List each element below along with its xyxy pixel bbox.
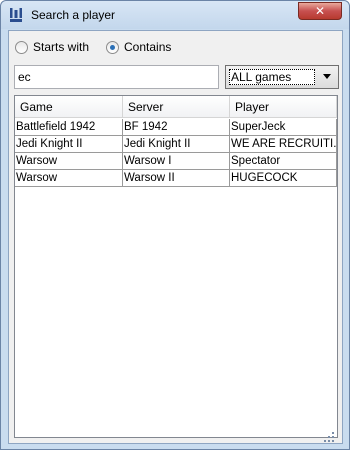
cell-game: Jedi Knight II: [15, 136, 123, 153]
results-table: Game Server Player Battlefield 1942 BF 1…: [14, 95, 338, 438]
game-filter-select[interactable]: ALL games: [225, 65, 339, 89]
game-filter-value: ALL games: [229, 69, 315, 85]
ut-logo-icon: [10, 8, 22, 22]
column-header-game[interactable]: Game: [15, 96, 123, 118]
close-button[interactable]: ✕: [298, 2, 342, 20]
window-title: Search a player: [31, 8, 116, 22]
contains-label[interactable]: Contains: [124, 40, 171, 54]
table-row[interactable]: Battlefield 1942 BF 1942 SuperJeck: [15, 119, 337, 136]
starts-with-radio[interactable]: [15, 41, 28, 54]
column-header-server[interactable]: Server: [123, 96, 230, 118]
player-search-input[interactable]: [14, 65, 219, 89]
chevron-down-icon: [323, 74, 331, 79]
cell-game: Battlefield 1942: [15, 119, 123, 136]
cell-game: Warsow: [15, 153, 123, 170]
table-row[interactable]: Warsow Warsow I Spectator: [15, 153, 337, 170]
column-header-player[interactable]: Player: [230, 96, 337, 118]
cell-server: Jedi Knight II: [123, 136, 230, 153]
cell-player: SuperJeck: [230, 119, 337, 136]
search-player-window: Search a player ✕ Starts with Contains A…: [0, 0, 350, 450]
cell-player: WE ARE RECRUITI...: [230, 136, 337, 153]
dialog-content: Starts with Contains ALL games Game Serv…: [8, 30, 343, 444]
cell-server: Warsow II: [123, 170, 230, 187]
resize-grip-icon[interactable]: [323, 431, 335, 443]
table-row[interactable]: Jedi Knight II Jedi Knight II WE ARE REC…: [15, 136, 337, 153]
cell-player: HUGECOCK: [230, 170, 337, 187]
contains-radio[interactable]: [106, 41, 119, 54]
table-header: Game Server Player: [15, 96, 337, 118]
starts-with-label[interactable]: Starts with: [33, 40, 89, 54]
cell-server: Warsow I: [123, 153, 230, 170]
table-row[interactable]: Warsow Warsow II HUGECOCK: [15, 170, 337, 187]
cell-server: BF 1942: [123, 119, 230, 136]
title-bar[interactable]: Search a player ✕: [1, 1, 349, 29]
cell-game: Warsow: [15, 170, 123, 187]
close-icon: ✕: [314, 4, 326, 18]
cell-player: Spectator: [230, 153, 337, 170]
